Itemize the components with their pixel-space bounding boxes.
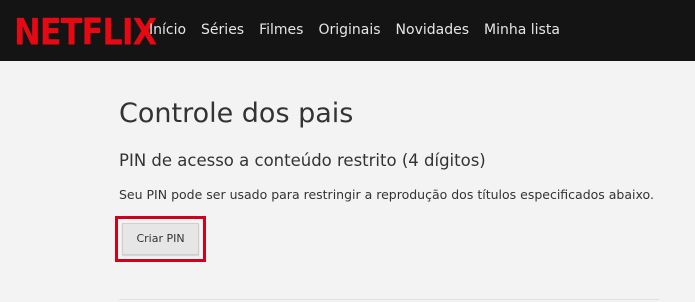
create-pin-button[interactable]: Criar PIN [122, 223, 199, 255]
nav-item-filmes[interactable]: Filmes [259, 22, 303, 38]
nav-item-inicio[interactable]: Início [149, 22, 186, 38]
main-nav: Início Séries Filmes Originais Novidades… [149, 22, 575, 38]
create-pin-highlight: Criar PIN [115, 216, 206, 262]
nav-item-novidades[interactable]: Novidades [396, 22, 469, 38]
page-title: Controle dos pais [119, 98, 354, 129]
pin-section-title: PIN de acesso a conteúdo restrito (4 díg… [119, 151, 486, 170]
nav-item-originais[interactable]: Originais [318, 22, 380, 38]
nav-item-minha-lista[interactable]: Minha lista [484, 22, 560, 38]
pin-description: Seu PIN pode ser usado para restringir a… [119, 187, 654, 202]
netflix-logo[interactable]: NETFLIX [14, 10, 157, 54]
nav-item-series[interactable]: Séries [201, 22, 244, 38]
section-divider [119, 299, 659, 300]
top-nav-bar: NETFLIX Início Séries Filmes Originais N… [0, 0, 695, 61]
